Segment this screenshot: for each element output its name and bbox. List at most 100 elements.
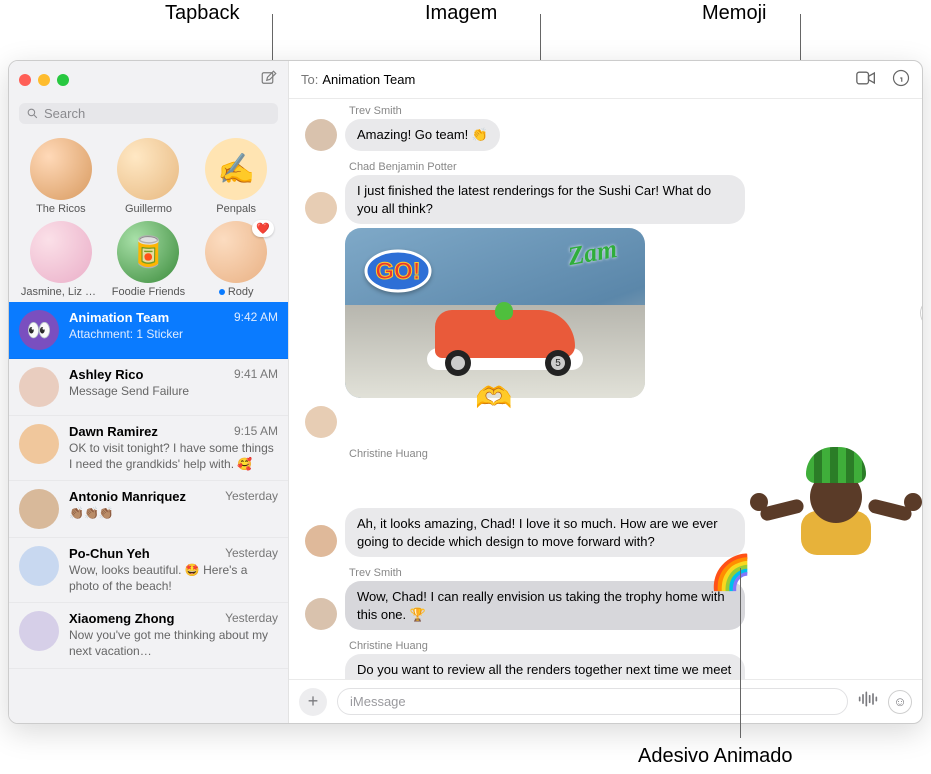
message-thread[interactable]: Trev Smith Amazing! Go team! 👏 Chad Benj…	[289, 99, 922, 679]
conv-time: Yesterday	[225, 489, 278, 504]
tapback-heart-icon: ❤️	[252, 220, 274, 237]
conv-preview: 👏🏽👏🏽👏🏽	[69, 506, 278, 522]
pin-name: Foodie Friends	[112, 286, 185, 298]
avatar	[305, 119, 337, 151]
avatar	[305, 192, 337, 224]
avatar	[117, 138, 179, 200]
sender-name: Trev Smith	[349, 105, 906, 117]
message-bubble[interactable]: I just finished the latest renderings fo…	[345, 175, 745, 224]
conv-name: Dawn Ramirez	[69, 424, 158, 439]
image-attachment[interactable]: 5 GO! Zam 🫶	[345, 228, 906, 398]
message-bubble[interactable]: Wow, Chad! I can really envision us taki…	[345, 581, 745, 630]
callout-line	[740, 568, 741, 738]
callouts-top: Tapback Imagem Memoji	[0, 0, 931, 60]
messages-window: Search The Ricos Guillermo ✍️ Penpals Ja…	[8, 60, 923, 724]
callout-adesivo: Adesivo Animado	[638, 745, 793, 768]
compose-row: + iMessage ☺	[289, 679, 922, 723]
conv-time: 9:41 AM	[234, 367, 278, 382]
conv-time: Yesterday	[225, 611, 278, 626]
zoom-window-button[interactable]	[57, 74, 69, 86]
traffic-lights	[19, 74, 69, 86]
plus-icon: +	[308, 691, 319, 712]
avatar: 🥫	[117, 221, 179, 283]
share-attachment-button[interactable]	[920, 298, 922, 328]
pinned-conversation[interactable]: Jasmine, Liz &…	[17, 221, 105, 298]
message-bubble[interactable]: Ah, it looks amazing, Chad! I love it so…	[345, 508, 745, 557]
memoji-figure	[786, 441, 886, 551]
writing-hand-icon: ✍️	[217, 152, 254, 187]
conversation-item[interactable]: Antonio Manriquez Yesterday 👏🏽👏🏽👏🏽	[9, 481, 288, 538]
message: Trev Smith Wow, Chad! I can really envis…	[305, 567, 906, 630]
conv-preview: Message Send Failure	[69, 384, 278, 400]
sender-name: Chad Benjamin Potter	[349, 161, 906, 173]
conv-preview: Now you've got me thinking about my next…	[69, 628, 278, 659]
eyes-icon: 👀	[27, 318, 52, 343]
conversation-item[interactable]: Dawn Ramirez 9:15 AM OK to visit tonight?…	[9, 416, 288, 481]
conv-name: Animation Team	[69, 310, 169, 325]
avatar: 👀	[19, 310, 59, 350]
sender-name: Christine Huang	[349, 640, 906, 652]
callout-memoji: Memoji	[702, 2, 766, 25]
conversation-item[interactable]: Ashley Rico 9:41 AM Message Send Failure	[9, 359, 288, 416]
conv-name: Ashley Rico	[69, 367, 143, 382]
compose-button[interactable]	[260, 69, 278, 92]
message-input[interactable]: iMessage	[337, 688, 848, 715]
to-label: To:	[301, 72, 318, 87]
memoji-sticker[interactable]	[776, 441, 896, 551]
conv-preview: OK to visit tonight? I have some things …	[69, 441, 278, 472]
callout-tapback: Tapback	[165, 2, 240, 25]
sushi-car-image: 5 GO! Zam	[345, 228, 645, 398]
search-input[interactable]: Search	[19, 103, 278, 124]
pinned-grid: The Ricos Guillermo ✍️ Penpals Jasmine, …	[9, 132, 288, 302]
conv-name: Po-Chun Yeh	[69, 546, 150, 561]
conversation-item[interactable]: 👀 Animation Team9:42 AM Attachment: 1 St…	[9, 302, 288, 359]
message: Trev Smith Amazing! Go team! 👏	[305, 105, 906, 151]
avatar	[19, 489, 59, 529]
search-icon	[26, 107, 39, 120]
conv-time: 9:15 AM	[234, 424, 278, 439]
audio-message-button[interactable]	[858, 690, 878, 713]
conversation-header: To: Animation Team	[289, 61, 922, 99]
heart-hands-sticker-icon: 🫶	[475, 381, 512, 416]
emoji-picker-button[interactable]: ☺	[888, 690, 912, 714]
waveform-icon	[858, 690, 878, 708]
smiley-icon: ☺	[893, 694, 906, 709]
avatar	[305, 525, 337, 557]
window-titlebar	[9, 61, 288, 99]
pinned-conversation[interactable]: ✍️ Penpals	[192, 138, 280, 215]
conversation-item[interactable]: Xiaomeng ZhongYesterday Now you've got m…	[9, 603, 288, 668]
conv-preview: Wow, looks beautiful. 🤩 Here's a photo o…	[69, 563, 278, 594]
message-bubble[interactable]: Do you want to review all the renders to…	[345, 654, 745, 679]
avatar	[19, 424, 59, 464]
minimize-window-button[interactable]	[38, 74, 50, 86]
search-placeholder: Search	[44, 106, 85, 121]
pinned-conversation[interactable]: ❤️ Rody	[192, 221, 280, 298]
conv-name: Antonio Manriquez	[69, 489, 186, 504]
avatar	[305, 406, 337, 438]
unread-dot-icon	[219, 289, 225, 295]
go-sticker-icon: GO!	[363, 246, 433, 301]
pin-name: The Ricos	[36, 203, 86, 215]
to-name[interactable]: Animation Team	[322, 72, 415, 87]
message-bubble[interactable]: Amazing! Go team! 👏	[345, 119, 500, 151]
pinned-conversation[interactable]: The Ricos	[17, 138, 105, 215]
callouts-bottom: Adesivo Animado	[0, 724, 931, 774]
pin-name: Jasmine, Liz &…	[21, 286, 101, 298]
rainbow-sticker-icon[interactable]: 🌈	[710, 553, 752, 593]
pinned-conversation[interactable]: Guillermo	[105, 138, 193, 215]
avatar	[19, 611, 59, 651]
sender-name: Trev Smith	[349, 567, 906, 579]
conversation-item[interactable]: Po-Chun YehYesterday Wow, looks beautifu…	[9, 538, 288, 603]
input-placeholder: iMessage	[350, 694, 406, 709]
details-button[interactable]	[892, 69, 910, 90]
pinned-conversation[interactable]: 🥫 Foodie Friends	[105, 221, 193, 298]
conversation-list[interactable]: 👀 Animation Team9:42 AM Attachment: 1 St…	[9, 302, 288, 723]
close-window-button[interactable]	[19, 74, 31, 86]
apps-button[interactable]: +	[299, 688, 327, 716]
main-pane: To: Animation Team Trev Smith Amazing! G…	[289, 61, 922, 723]
conv-time: 9:42 AM	[234, 310, 278, 325]
avatar: ✍️	[205, 138, 267, 200]
message: Christine Huang Do you want to review al…	[305, 640, 906, 679]
avatar	[30, 221, 92, 283]
facetime-button[interactable]	[856, 71, 876, 88]
